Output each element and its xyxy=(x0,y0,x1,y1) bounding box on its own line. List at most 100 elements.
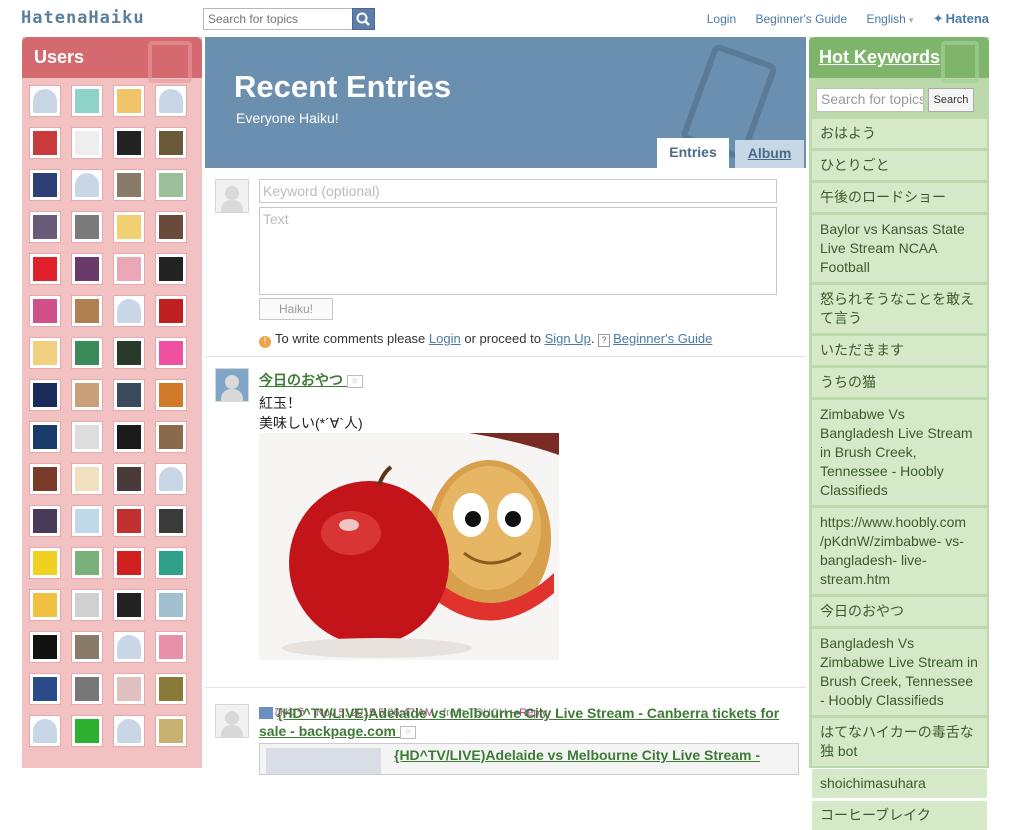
user-avatar-purple-girl[interactable] xyxy=(71,253,103,285)
user-avatar-dark-anime[interactable] xyxy=(155,505,187,537)
user-avatar-face-green[interactable] xyxy=(71,85,103,117)
user-avatar-blue-flower[interactable] xyxy=(29,421,61,453)
user-avatar-blank[interactable] xyxy=(29,85,61,117)
embedded-preview[interactable]: {HD^TV/LIVE)Adelaide vs Melbourne City L… xyxy=(259,743,799,775)
hot-keyword-item[interactable]: 午後のロードショー xyxy=(812,183,987,212)
hot-keyword-item[interactable]: 怒られそうなことを敢えて言う xyxy=(812,285,987,333)
user-avatar-y-letter[interactable] xyxy=(29,547,61,579)
user-avatar-butterfly[interactable] xyxy=(113,127,145,159)
entry-keyword-link[interactable]: {HD^TV/LIVE)Adelaide vs Melbourne City L… xyxy=(259,704,789,740)
user-avatar-brown-hair[interactable] xyxy=(71,295,103,327)
entry-keyword-link[interactable]: 今日のおやつ ☆ xyxy=(259,370,363,390)
user-avatar-blank[interactable] xyxy=(113,631,145,663)
user-avatar-doll[interactable] xyxy=(113,673,145,705)
hot-keyword-item[interactable]: うちの猫 xyxy=(812,368,987,397)
haiku-submit-button[interactable]: Haiku! xyxy=(259,298,333,320)
topic-search-input[interactable] xyxy=(203,8,353,30)
hot-keyword-item[interactable]: https://www.hoobly.com /pKdnW/zimbabwe- … xyxy=(812,508,987,594)
user-avatar-blank[interactable] xyxy=(155,463,187,495)
hatena-brand-link[interactable]: ✦ Hatena xyxy=(933,11,989,26)
add-star-icon[interactable]: ☆ xyxy=(399,725,416,739)
author-avatar[interactable] xyxy=(215,704,249,738)
hot-keyword-item[interactable]: Bangladesh Vs Zimbabwe Live Stream in Br… xyxy=(812,629,987,715)
beginners-guide-link[interactable]: Beginner's Guide xyxy=(755,12,847,26)
user-avatar-old-man[interactable] xyxy=(155,127,187,159)
user-avatar-cat-photo[interactable] xyxy=(113,169,145,201)
entry-photo[interactable] xyxy=(259,433,559,660)
user-avatar-pink-girl[interactable] xyxy=(113,253,145,285)
hot-keyword-item[interactable]: Zimbabwe Vs Bangladesh Live Stream in Br… xyxy=(812,400,987,505)
language-select[interactable]: English ▾ xyxy=(867,12,914,26)
user-avatar-white-cat[interactable] xyxy=(71,421,103,453)
notice-guide-link[interactable]: Beginner's Guide xyxy=(613,331,712,346)
user-avatar-blank[interactable] xyxy=(71,169,103,201)
user-avatar-hyphy[interactable] xyxy=(155,547,187,579)
user-avatar-robot-2[interactable] xyxy=(113,505,145,537)
hot-keyword-item[interactable]: ひとりごと xyxy=(812,151,987,180)
user-avatar-room[interactable] xyxy=(155,211,187,243)
user-avatar-blank[interactable] xyxy=(29,715,61,747)
user-avatar-face-cat[interactable] xyxy=(113,85,145,117)
user-avatar-tan-face[interactable] xyxy=(155,715,187,747)
user-avatar-blank[interactable] xyxy=(155,85,187,117)
user-avatar-pixel-sun[interactable] xyxy=(113,421,145,453)
user-avatar-chicken[interactable] xyxy=(113,211,145,243)
user-avatar-figures[interactable] xyxy=(155,169,187,201)
search-button[interactable] xyxy=(352,8,375,30)
hot-keywords-title[interactable]: Hot Keywords xyxy=(819,47,940,68)
user-avatar-trident[interactable] xyxy=(29,379,61,411)
keyword-input[interactable]: Keyword (optional) xyxy=(259,179,777,203)
user-avatar-green-frog[interactable] xyxy=(71,337,103,369)
user-avatar-kanji-stamp[interactable] xyxy=(113,589,145,621)
hot-keyword-item[interactable]: 今日のおやつ xyxy=(812,597,987,626)
user-avatar-dark-badge[interactable] xyxy=(113,337,145,369)
hot-keyword-item[interactable]: shoichimasuhara xyxy=(812,769,987,798)
hot-keyword-item[interactable]: Baylor vs Kansas State Live Stream NCAA … xyxy=(812,215,987,282)
user-avatar-girl-face[interactable] xyxy=(71,379,103,411)
user-avatar-elephant[interactable] xyxy=(71,211,103,243)
user-avatar-ken-logo[interactable] xyxy=(155,295,187,327)
user-avatar-cyber-face[interactable] xyxy=(155,673,187,705)
user-avatar-cream-cat[interactable] xyxy=(71,463,103,495)
user-avatar-pink-daisy[interactable] xyxy=(155,337,187,369)
user-avatar-dog-outline[interactable] xyxy=(71,631,103,663)
user-avatar-blank[interactable] xyxy=(113,715,145,747)
user-avatar-blonde-anime[interactable] xyxy=(29,337,61,369)
user-avatar-man-suit[interactable] xyxy=(29,169,61,201)
user-avatar-robot[interactable] xyxy=(29,211,61,243)
user-avatar-leaf-green[interactable] xyxy=(71,715,103,747)
user-avatar-white-blob[interactable] xyxy=(71,505,103,537)
user-avatar-redhair-girl[interactable] xyxy=(29,127,61,159)
user-avatar-sunset[interactable] xyxy=(29,505,61,537)
notice-login-link[interactable]: Login xyxy=(429,331,461,346)
hatena-haiku-logo[interactable]: HatenaHaiku xyxy=(21,8,145,28)
user-avatar-blank[interactable] xyxy=(113,295,145,327)
keyword-search-button[interactable]: Search xyxy=(928,88,974,112)
user-avatar-orange-fox[interactable] xyxy=(155,379,187,411)
tab-album[interactable]: Album xyxy=(735,140,804,168)
user-avatar-pink-pig[interactable] xyxy=(155,631,187,663)
hot-keyword-item[interactable]: いただきます xyxy=(812,336,987,365)
user-avatar-ab-letters[interactable] xyxy=(29,673,61,705)
user-avatar-dark-photo[interactable] xyxy=(113,379,145,411)
keyword-search-input[interactable]: Search for topics xyxy=(816,88,924,112)
hot-keyword-item[interactable]: コーヒーブレイク xyxy=(812,801,987,830)
text-input[interactable]: Text xyxy=(259,207,777,295)
user-avatar-bird-black[interactable] xyxy=(29,631,61,663)
user-avatar-mushroom[interactable] xyxy=(113,547,145,579)
user-avatar-pink-flower[interactable] xyxy=(29,295,61,327)
tab-entries[interactable]: Entries xyxy=(657,138,729,168)
user-avatar-white-bunny[interactable] xyxy=(71,127,103,159)
notice-signup-link[interactable]: Sign Up xyxy=(545,331,591,346)
user-avatar-green-girl[interactable] xyxy=(71,547,103,579)
add-star-icon[interactable]: ☆ xyxy=(346,374,363,388)
user-avatar-dog-photo[interactable] xyxy=(155,421,187,453)
hot-keyword-item[interactable]: はてなハイカーの毒舌な独 bot xyxy=(812,718,987,766)
user-avatar-white-frog[interactable] xyxy=(155,589,187,621)
user-avatar-dark-room[interactable] xyxy=(113,463,145,495)
user-avatar-white-dog[interactable] xyxy=(71,589,103,621)
login-link[interactable]: Login xyxy=(707,12,736,26)
user-avatar-fox-girl[interactable] xyxy=(29,589,61,621)
user-avatar-face-mask[interactable] xyxy=(71,673,103,705)
hot-keyword-item[interactable]: おはよう xyxy=(812,119,987,148)
